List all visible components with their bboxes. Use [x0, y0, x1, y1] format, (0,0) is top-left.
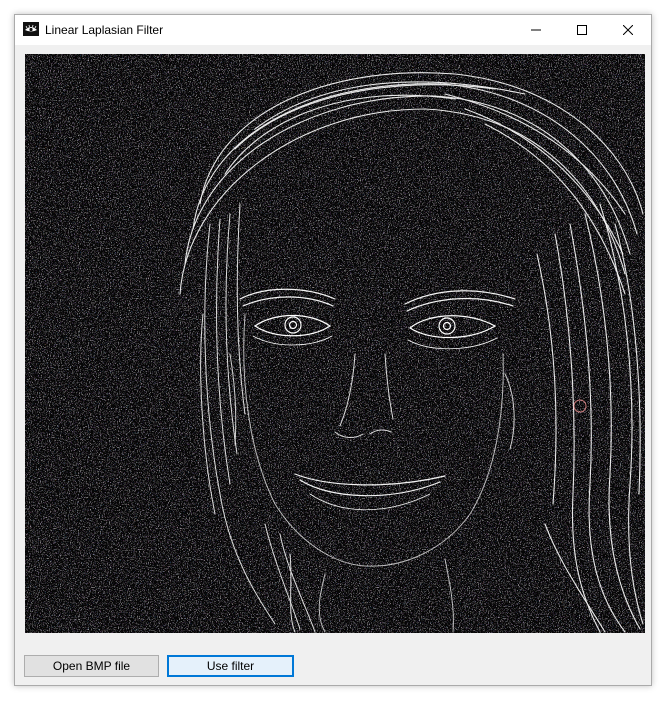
window-title: Linear Laplasian Filter — [45, 23, 164, 37]
eye-icon — [23, 22, 39, 36]
minimize-icon — [531, 29, 541, 31]
use-filter-button[interactable]: Use filter — [167, 655, 294, 677]
minimize-button[interactable] — [513, 15, 559, 45]
title-bar[interactable]: Linear Laplasian Filter — [15, 15, 651, 45]
close-button[interactable] — [605, 15, 651, 45]
open-bmp-button[interactable]: Open BMP file — [24, 655, 159, 677]
maximize-button[interactable] — [559, 15, 605, 45]
maximize-icon — [577, 25, 587, 35]
laplacian-edge-image — [25, 54, 645, 633]
filtered-image-canvas — [25, 54, 645, 633]
app-window: Linear Laplasian Filter Open BMP file Us… — [14, 14, 652, 686]
close-icon — [623, 25, 633, 35]
